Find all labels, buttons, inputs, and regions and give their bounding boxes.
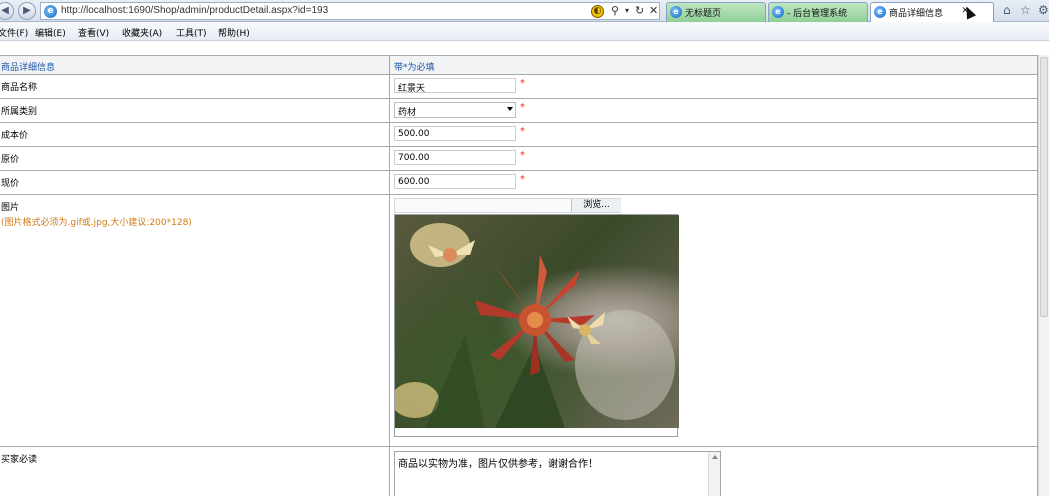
field-label: 买家必读: [0, 446, 390, 496]
form-title: 商品详细信息: [0, 55, 390, 75]
field-cell: 700.00 *: [389, 146, 1038, 171]
textarea-scrollbar[interactable]: [708, 452, 720, 496]
form-header-row: 商品详细信息 带*为必填: [0, 55, 1038, 75]
search-icon[interactable]: ⚲: [611, 4, 619, 17]
forward-button[interactable]: ▶: [18, 2, 36, 20]
notice-text: 商品以实物为准，图片仅供参考，谢谢合作！: [398, 459, 598, 470]
field-cell: 药材 *: [389, 98, 1038, 123]
form-row-cost-price: 成本价 500.00 *: [0, 122, 1038, 147]
required-star: *: [520, 78, 525, 89]
gear-icon[interactable]: ⚙: [1038, 3, 1049, 17]
form-row-original-price: 原价 700.00 *: [0, 146, 1038, 171]
field-label: 商品名称: [0, 74, 390, 99]
notice-field-cell: 商品以实物为准，图片仅供参考，谢谢合作！: [389, 446, 1038, 496]
field-cell: 600.00 *: [389, 170, 1038, 195]
menu-tools[interactable]: 工具(T): [176, 26, 207, 39]
browse-button[interactable]: 浏览...: [571, 199, 621, 212]
menu-favorites[interactable]: 收藏夹(A): [122, 26, 162, 39]
page-content: 商品详细信息 带*为必填 商品名称 红景天 * 所属类别 药材 * 成本价 500.…: [0, 41, 1049, 496]
stop-icon[interactable]: ✕: [649, 4, 658, 17]
menu-edit[interactable]: 编辑(E): [35, 26, 66, 39]
required-star: *: [520, 174, 525, 185]
file-upload-field[interactable]: 浏览...: [394, 198, 621, 213]
field-label: 成本价: [0, 122, 390, 147]
product-image-frame: [394, 214, 679, 437]
url-text[interactable]: http://localhost:1690/Shop/admin/product…: [61, 5, 328, 16]
form-row-image: 图片 (图片格式必须为.gif或.jpg,大小建议:200*128) 浏览...: [0, 194, 1038, 447]
field-label: 所属类别: [0, 98, 390, 123]
form-row-name: 商品名称 红景天 *: [0, 74, 1038, 99]
ie-page-icon: e: [772, 6, 784, 18]
tab-product-detail[interactable]: e 商品详细信息 ✕: [870, 2, 994, 22]
product-name-input[interactable]: 红景天: [394, 78, 516, 94]
tab-admin-system[interactable]: e - 后台管理系统: [768, 2, 868, 22]
current-price-input[interactable]: 600.00: [394, 174, 516, 189]
scrollbar-thumb[interactable]: [1040, 57, 1048, 317]
address-bar[interactable]: e http://localhost:1690/Shop/admin/produ…: [40, 2, 660, 20]
product-detail-form: 商品详细信息 带*为必填 商品名称 红景天 * 所属类别 药材 * 成本价 500.…: [0, 55, 1038, 496]
field-label: 图片: [1, 203, 20, 213]
product-image: [395, 215, 679, 428]
image-field-cell: 浏览...: [389, 194, 1038, 447]
required-star: *: [520, 150, 525, 161]
menu-bar: 文件(F) 编辑(E) 查看(V) 收藏夹(A) 工具(T) 帮助(H): [0, 22, 1049, 41]
page-scrollbar[interactable]: [1038, 55, 1049, 496]
menu-help[interactable]: 帮助(H): [218, 26, 250, 39]
form-row-category: 所属类别 药材 *: [0, 98, 1038, 123]
field-cell: 红景天 *: [389, 74, 1038, 99]
field-label: 现价: [0, 170, 390, 195]
chevron-down-icon[interactable]: ▾: [625, 6, 629, 15]
form-row-notice: 买家必读 商品以实物为准，图片仅供参考，谢谢合作！: [0, 446, 1038, 496]
form-row-current-price: 现价 600.00 *: [0, 170, 1038, 195]
category-select[interactable]: 药材: [394, 102, 516, 118]
compatibility-view-icon[interactable]: ◐: [591, 5, 604, 18]
original-price-input[interactable]: 700.00: [394, 150, 516, 165]
required-note: 带*为必填: [389, 55, 1038, 75]
image-format-hint: (图片格式必须为.gif或.jpg,大小建议:200*128): [1, 218, 192, 228]
tab-untitled[interactable]: e 无标题页: [666, 2, 766, 22]
tab-label: 无标题页: [685, 9, 722, 19]
home-icon[interactable]: ⌂: [1003, 3, 1011, 17]
tab-label: - 后台管理系统: [787, 9, 848, 19]
browser-toolbar: ◀ ▶ e http://localhost:1690/Shop/admin/p…: [0, 0, 1049, 22]
flower-photo: [395, 223, 675, 428]
scroll-up-icon[interactable]: [712, 455, 718, 459]
required-star: *: [520, 126, 525, 137]
image-label-cell: 图片 (图片格式必须为.gif或.jpg,大小建议:200*128): [0, 194, 390, 447]
field-label: 原价: [0, 146, 390, 171]
field-cell: 500.00 *: [389, 122, 1038, 147]
required-star: *: [520, 102, 525, 113]
favorites-star-icon[interactable]: ☆: [1020, 3, 1031, 17]
ie-page-icon: e: [874, 6, 886, 18]
tab-label: 商品详细信息: [889, 9, 944, 19]
category-value: 药材: [398, 108, 417, 118]
cost-price-input[interactable]: 500.00: [394, 126, 516, 141]
menu-view[interactable]: 查看(V): [78, 26, 109, 39]
notice-textarea[interactable]: 商品以实物为准，图片仅供参考，谢谢合作！: [394, 451, 721, 496]
chevron-down-icon: [507, 107, 513, 111]
back-button[interactable]: ◀: [0, 2, 14, 20]
ie-page-icon: e: [670, 6, 682, 18]
ie-page-icon: e: [44, 5, 57, 18]
menu-file[interactable]: 文件(F): [0, 26, 28, 39]
refresh-icon[interactable]: ↻: [635, 4, 644, 17]
